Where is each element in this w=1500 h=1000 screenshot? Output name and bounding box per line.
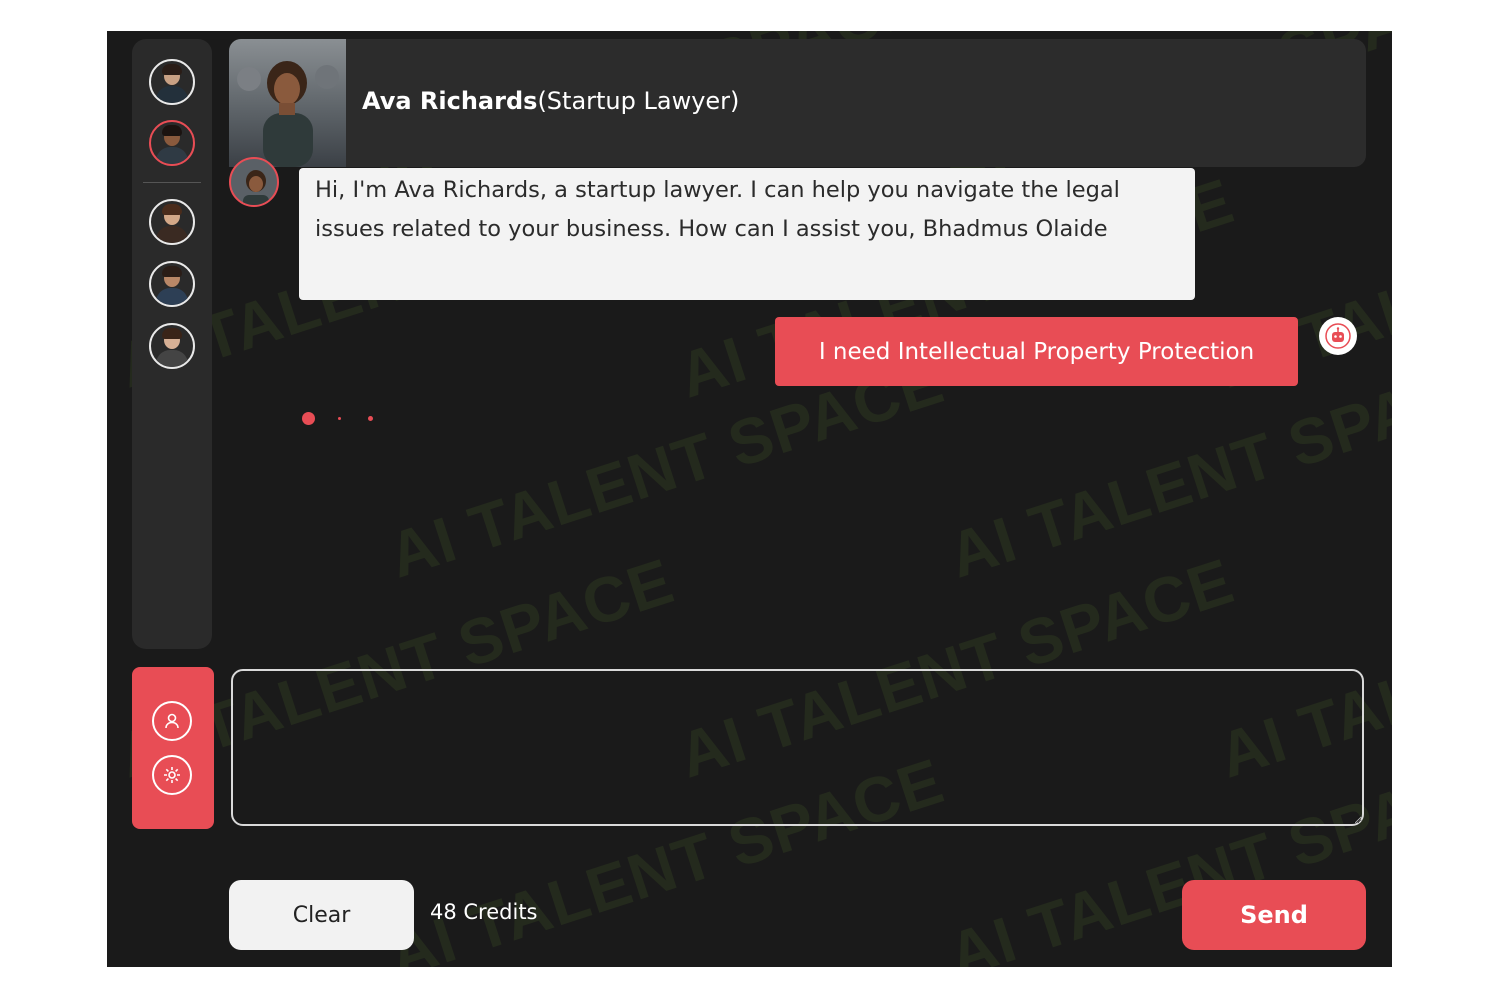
clear-button[interactable]: Clear xyxy=(229,880,414,950)
advisor-avatar[interactable] xyxy=(149,199,195,245)
robot-icon xyxy=(1325,323,1351,349)
bot-message-avatar xyxy=(229,157,279,207)
advisor-name: Ava Richards xyxy=(362,87,538,115)
advisor-title: Ava Richards(Startup Lawyer) xyxy=(362,87,739,115)
message-input[interactable] xyxy=(231,669,1364,826)
chat-app: AI TALENT SPACE AI TALENT SPACE AI TALEN… xyxy=(107,31,1392,967)
credits-counter: 48 Credits xyxy=(430,900,538,924)
sidebar-divider xyxy=(143,182,201,183)
user-message: I need Intellectual Property Protection xyxy=(775,317,1298,386)
advisor-avatar[interactable] xyxy=(149,323,195,369)
settings-button[interactable] xyxy=(152,755,192,795)
user-icon xyxy=(165,713,179,729)
advisor-avatar[interactable] xyxy=(149,261,195,307)
advisor-sidebar xyxy=(132,39,212,649)
bot-message: Hi, I'm Ava Richards, a startup lawyer. … xyxy=(299,168,1195,300)
send-button[interactable]: Send xyxy=(1182,880,1366,950)
profile-button[interactable] xyxy=(152,701,192,741)
user-avatar xyxy=(1319,317,1357,355)
advisor-avatar[interactable] xyxy=(149,59,195,105)
advisor-avatar-active[interactable] xyxy=(149,120,195,166)
tools-panel xyxy=(132,667,214,829)
chat-header: Ava Richards(Startup Lawyer) xyxy=(229,39,1366,167)
advisor-photo xyxy=(229,39,346,167)
gear-icon xyxy=(164,767,180,783)
advisor-role: (Startup Lawyer) xyxy=(537,87,740,115)
